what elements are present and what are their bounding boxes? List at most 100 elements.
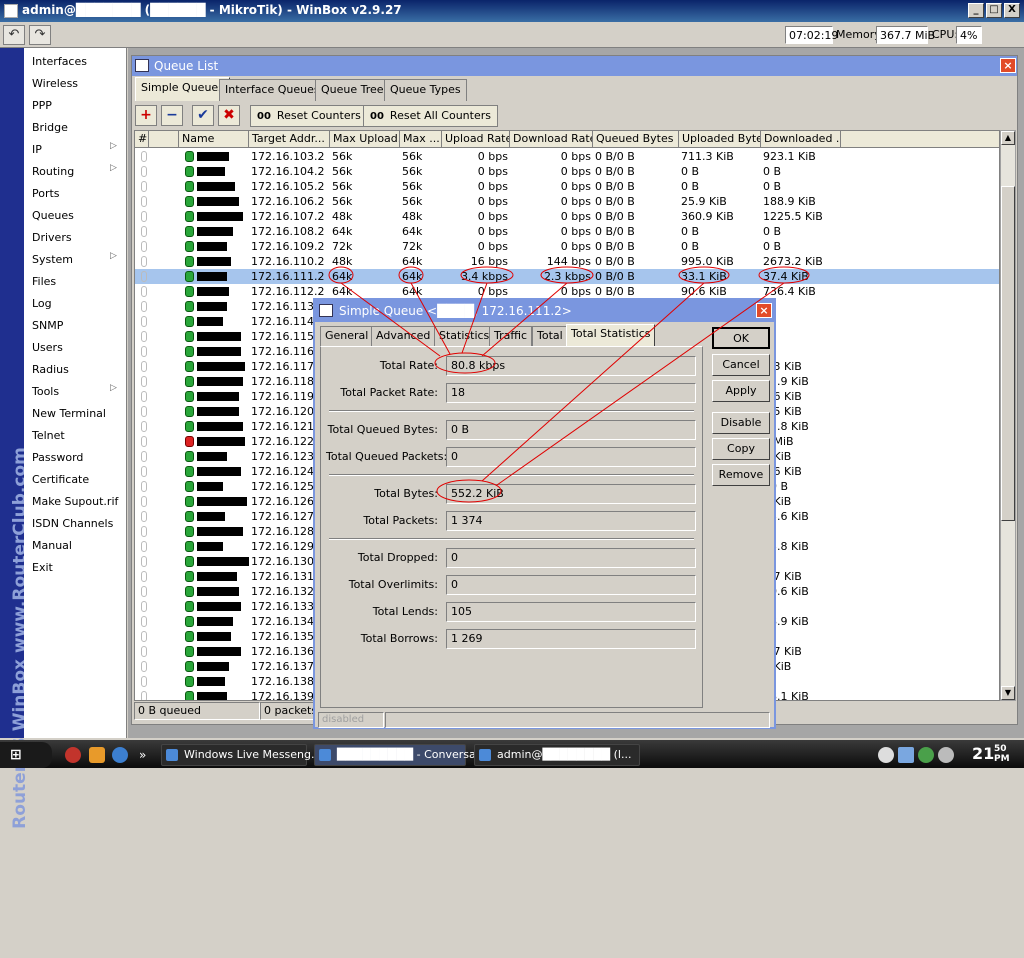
table-row[interactable]: 172.16.104.2 56k 56k 0 bps 0 bps 0 B/0 B 0 B 0 … [135, 164, 999, 179]
menu-item-make-supout-rif[interactable]: Make Supout.rif [32, 492, 118, 512]
column-header[interactable]: Target Addr... [249, 131, 330, 148]
minimize-button[interactable]: _ [968, 3, 984, 18]
column-header[interactable]: Max Upload... [330, 131, 400, 148]
queue-list-close-icon[interactable]: × [1000, 58, 1016, 73]
row-checkbox[interactable] [141, 511, 147, 522]
taskbar-item[interactable]: █████████ - Conversa (... [314, 744, 494, 766]
menu-item-password[interactable]: Password [32, 448, 83, 468]
row-checkbox[interactable] [141, 286, 147, 297]
row-checkbox[interactable] [141, 586, 147, 597]
column-header[interactable]: Upload Rate [442, 131, 510, 148]
row-checkbox[interactable] [141, 181, 147, 192]
tray-messenger-icon[interactable] [918, 747, 934, 763]
row-checkbox[interactable] [141, 151, 147, 162]
menu-item-snmp[interactable]: SNMP [32, 316, 63, 336]
remove-icon[interactable]: − [161, 105, 183, 126]
row-checkbox[interactable] [141, 571, 147, 582]
undo-icon[interactable]: ↶ [3, 25, 25, 45]
tray-network-icon[interactable] [898, 747, 914, 763]
menu-item-new-terminal[interactable]: New Terminal [32, 404, 106, 424]
row-checkbox[interactable] [141, 436, 147, 447]
row-checkbox[interactable] [141, 421, 147, 432]
reset-counters-button[interactable]: 00 Reset Counters [250, 105, 368, 127]
row-checkbox[interactable] [141, 601, 147, 612]
tab-queue-tree[interactable]: Queue Tree [315, 79, 390, 101]
reset-all-counters-button[interactable]: 00 Reset All Counters [363, 105, 498, 127]
dialog-tab-total[interactable]: Total [532, 326, 568, 346]
menu-item-ports[interactable]: Ports [32, 184, 60, 204]
menu-item-certificate[interactable]: Certificate [32, 470, 89, 490]
ok-button[interactable]: OK [712, 327, 770, 349]
column-header[interactable]: Name [179, 131, 249, 148]
dialog-tab-advanced[interactable]: Advanced [371, 326, 436, 346]
column-header[interactable]: Downloaded ... [761, 131, 841, 148]
column-header[interactable]: Max ... [400, 131, 442, 148]
quick-launch-more-icon[interactable]: » [139, 748, 146, 762]
cancel-button[interactable]: Cancel [712, 354, 770, 376]
tab-queue-types[interactable]: Queue Types [384, 79, 467, 101]
table-row[interactable]: 172.16.103.2 56k 56k 0 bps 0 bps 0 B/0 B 711.3… [135, 149, 999, 164]
apply-button[interactable]: Apply [712, 380, 770, 402]
row-checkbox[interactable] [141, 241, 147, 252]
table-row[interactable]: 172.16.110.2 48k 64k 16 bps 144 bps 0 B/0 B 99… [135, 254, 999, 269]
table-row[interactable]: 172.16.112.2 64k 64k 0 bps 0 bps 0 B/0 B 90.6 … [135, 284, 999, 299]
dialog-tab-total-statistics[interactable]: Total Statistics [566, 324, 656, 346]
menu-item-bridge[interactable]: Bridge [32, 118, 68, 138]
row-checkbox[interactable] [141, 631, 147, 642]
menu-item-wireless[interactable]: Wireless [32, 74, 78, 94]
dialog-tab-traffic[interactable]: Traffic [489, 326, 533, 346]
menu-item-files[interactable]: Files [32, 272, 56, 292]
menu-item-log[interactable]: Log [32, 294, 52, 314]
dialog-titlebar[interactable]: Simple Queue <████, 172.16.111.2> [315, 300, 774, 322]
dialog-tab-general[interactable]: General [320, 326, 374, 346]
queue-list-titlebar[interactable]: Queue List [132, 56, 1017, 76]
start-button[interactable]: ⊞ [0, 742, 52, 768]
taskbar-item[interactable]: Windows Live Messeng... [161, 744, 322, 766]
dialog-close-icon[interactable]: × [756, 303, 772, 318]
media-player-icon[interactable] [89, 747, 105, 763]
row-checkbox[interactable] [141, 211, 147, 222]
row-checkbox[interactable] [141, 676, 147, 687]
row-checkbox[interactable] [141, 166, 147, 177]
menu-item-isdn-channels[interactable]: ISDN Channels [32, 514, 113, 534]
row-checkbox[interactable] [141, 691, 147, 700]
table-row[interactable]: 172.16.107.2 48k 48k 0 bps 0 bps 0 B/0 B 360.9… [135, 209, 999, 224]
disable-button[interactable]: Disable [712, 412, 770, 434]
column-header[interactable]: # [135, 131, 149, 148]
row-checkbox[interactable] [141, 406, 147, 417]
tray-volume-icon[interactable] [878, 747, 894, 763]
table-row[interactable]: 172.16.105.2 56k 56k 0 bps 0 bps 0 B/0 B 0 B 0 … [135, 179, 999, 194]
disable-icon[interactable]: ✖ [218, 105, 240, 126]
close-button[interactable]: X [1004, 3, 1020, 18]
tab-interface-queues[interactable]: Interface Queues [219, 79, 326, 101]
row-checkbox[interactable] [141, 196, 147, 207]
dialog-tab-statistics[interactable]: Statistics [434, 326, 495, 346]
maximize-button[interactable]: □ [986, 3, 1002, 18]
row-checkbox[interactable] [141, 331, 147, 342]
menu-item-queues[interactable]: Queues [32, 206, 74, 226]
column-header[interactable]: Uploaded Bytes [679, 131, 761, 148]
tray-app-icon[interactable] [938, 747, 954, 763]
row-checkbox[interactable] [141, 466, 147, 477]
row-checkbox[interactable] [141, 301, 147, 312]
row-checkbox[interactable] [141, 451, 147, 462]
table-row[interactable]: 172.16.109.2 72k 72k 0 bps 0 bps 0 B/0 B 0 B 0 … [135, 239, 999, 254]
scroll-down-icon[interactable]: ▼ [1001, 686, 1015, 700]
row-checkbox[interactable] [141, 376, 147, 387]
menu-item-ppp[interactable]: PPP [32, 96, 52, 116]
row-checkbox[interactable] [141, 616, 147, 627]
row-checkbox[interactable] [141, 271, 147, 282]
column-header[interactable]: Download Rate [510, 131, 593, 148]
menu-item-interfaces[interactable]: Interfaces [32, 52, 87, 72]
menu-item-routing[interactable]: Routing [32, 162, 74, 182]
row-checkbox[interactable] [141, 481, 147, 492]
enable-icon[interactable]: ✔ [192, 105, 214, 126]
column-header[interactable]: Queued Bytes [593, 131, 679, 148]
row-checkbox[interactable] [141, 361, 147, 372]
row-checkbox[interactable] [141, 256, 147, 267]
table-row[interactable]: 172.16.111.2 64k 64k 3.4 kbps 2.3 kbps 0 B/0 … [135, 269, 999, 284]
row-checkbox[interactable] [141, 646, 147, 657]
quick-launch-icon[interactable] [65, 747, 81, 763]
row-checkbox[interactable] [141, 541, 147, 552]
menu-item-drivers[interactable]: Drivers [32, 228, 72, 248]
